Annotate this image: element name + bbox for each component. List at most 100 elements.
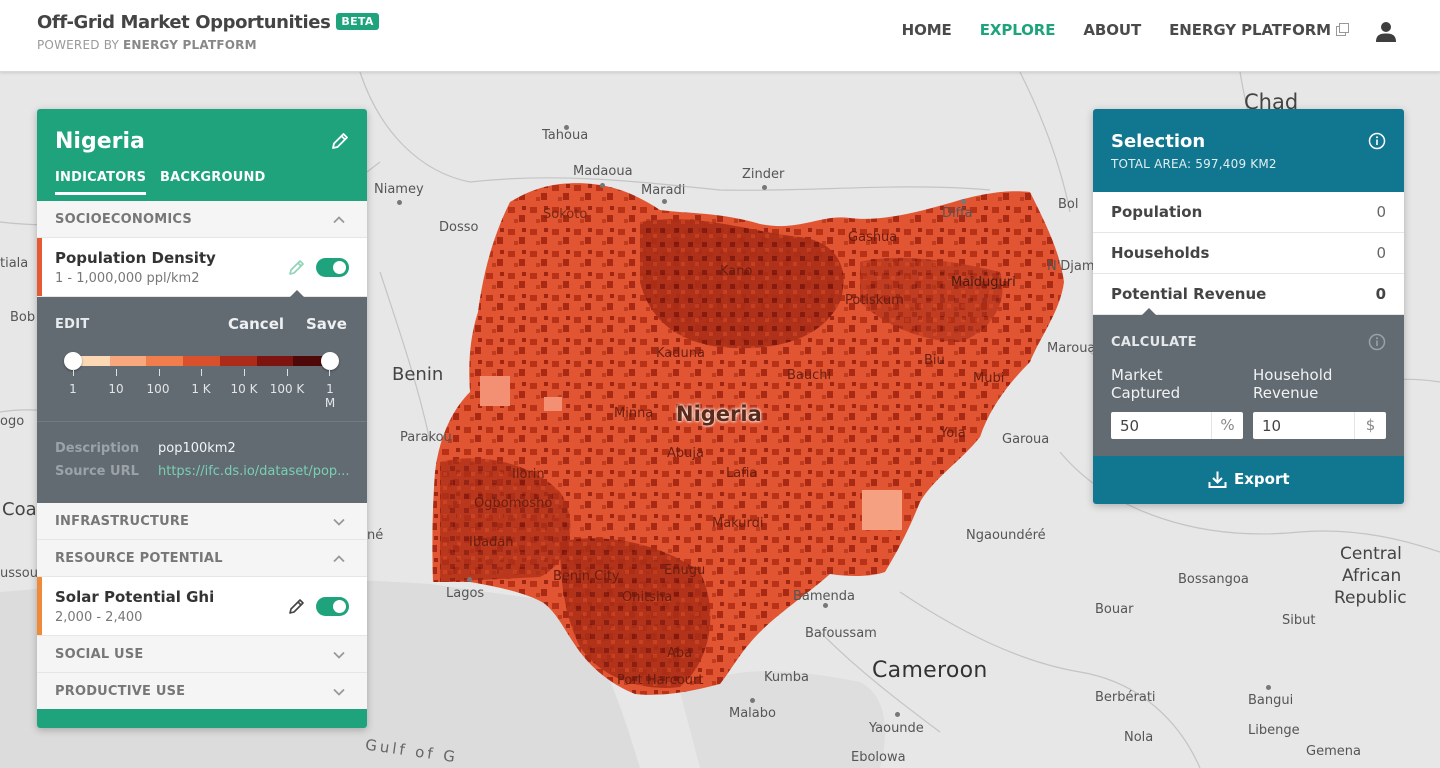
- chevron-down-icon[interactable]: [333, 686, 345, 698]
- market-captured-input[interactable]: 50 %: [1111, 412, 1243, 439]
- map-label-gashua: Gashua: [848, 230, 898, 245]
- map-label-ndjam: N'Djam: [1047, 259, 1095, 274]
- range-tick: [329, 369, 330, 376]
- chevron-down-icon[interactable]: [333, 516, 345, 528]
- cancel-button[interactable]: Cancel: [228, 315, 284, 333]
- map-label-libenge: Libenge: [1248, 723, 1300, 738]
- map-label-yaounde: Yaounde: [869, 721, 924, 736]
- stat-value: 0: [1376, 244, 1386, 262]
- nav-explore[interactable]: EXPLORE: [980, 21, 1056, 39]
- map-label-ogbomosho: Ogbomosho: [474, 496, 553, 511]
- section-resource-potential[interactable]: RESOURCE POTENTIAL: [37, 540, 367, 577]
- section-productive-use[interactable]: PRODUCTIVE USE: [37, 673, 367, 710]
- powered-by: POWERED BY ENERGY PLATFORM: [37, 38, 257, 52]
- map-label-cameroon: Cameroon: [872, 658, 988, 683]
- map-label-lagos: Lagos: [446, 586, 485, 601]
- layer-solar-potential[interactable]: Solar Potential Ghi 2,000 - 2,400: [37, 577, 367, 636]
- info-icon[interactable]: [1368, 132, 1386, 150]
- user-icon[interactable]: [1376, 21, 1396, 43]
- section-infrastructure[interactable]: INFRASTRUCTURE: [37, 503, 367, 540]
- map-label-ebolowa: Ebolowa: [851, 750, 906, 765]
- map-label-malabo: Malabo: [729, 706, 776, 721]
- map-label-tiala: tiala: [0, 256, 29, 271]
- pencil-icon[interactable]: [288, 597, 306, 615]
- household-revenue-label: Household Revenue: [1253, 366, 1332, 402]
- map-dot: [823, 603, 828, 608]
- stat-label: Households: [1111, 244, 1210, 262]
- market-label-line2: Captured: [1111, 384, 1181, 402]
- range-tick: [201, 369, 202, 376]
- stat-label: Potential Revenue: [1111, 285, 1267, 303]
- section-label: RESOURCE POTENTIAL: [55, 551, 223, 566]
- layer-toggle[interactable]: [316, 597, 349, 616]
- map-label-yola: Yola: [940, 426, 966, 441]
- map-dot: [750, 698, 755, 703]
- divider: [37, 421, 367, 422]
- layer-edit-panel: EDIT Cancel Save 1 10 100 1 K 10 K 100 K: [37, 290, 367, 503]
- range-ticks: [73, 369, 330, 377]
- stat-population: Population 0: [1093, 192, 1404, 233]
- calculate-panel: CALCULATE Market Captured Household Reve…: [1093, 308, 1404, 458]
- range-max-handle[interactable]: [321, 352, 339, 370]
- section-socioeconomics[interactable]: SOCIOECONOMICS: [37, 201, 367, 238]
- main-nav: HOME EXPLORE ABOUT ENERGY PLATFORM: [902, 21, 1349, 39]
- selection-title: Selection: [1111, 131, 1206, 152]
- chevron-up-icon[interactable]: [333, 553, 345, 565]
- app-title[interactable]: Off-Grid Market Opportunities BETA: [37, 12, 379, 33]
- revenue-label-line2: Revenue: [1253, 384, 1319, 402]
- map-label-benin-city: Benin City: [553, 569, 620, 584]
- nav-home[interactable]: HOME: [902, 21, 952, 39]
- export-button[interactable]: Export: [1093, 456, 1404, 504]
- market-captured-value[interactable]: 50: [1120, 417, 1139, 435]
- tab-indicators[interactable]: INDICATORS: [55, 170, 147, 195]
- map-label-madaoua: Madaoua: [573, 164, 633, 179]
- household-revenue-value[interactable]: 10: [1262, 417, 1281, 435]
- stat-potential-revenue: Potential Revenue 0: [1093, 274, 1404, 315]
- map-label-maiduguri: Maiduguri: [951, 275, 1016, 290]
- range-tick: [244, 369, 245, 376]
- source-url-link[interactable]: https://ifc.ds.io/dataset/pop...: [158, 464, 351, 479]
- section-social-use[interactable]: SOCIAL USE: [37, 636, 367, 673]
- layer-population-density[interactable]: Population Density 1 - 1,000,000 ppl/km2: [37, 238, 367, 297]
- ramp-step: [183, 356, 220, 366]
- nav-energy-platform[interactable]: ENERGY PLATFORM: [1169, 21, 1349, 39]
- map-dot: [961, 199, 966, 204]
- map-label-port-harcourt: Port Harcourt: [617, 673, 704, 688]
- tab-background[interactable]: BACKGROUND: [160, 170, 266, 192]
- indicators-panel: Nigeria INDICATORS BACKGROUND SOCIOECONO…: [37, 109, 367, 728]
- stat-label: Population: [1111, 203, 1203, 221]
- map-label-gemena: Gemena: [1306, 744, 1361, 759]
- color-ramp: [73, 356, 331, 366]
- panel-header: Nigeria INDICATORS BACKGROUND: [37, 109, 367, 201]
- map-dot: [564, 125, 569, 130]
- map-label-maradi: Maradi: [641, 183, 686, 198]
- info-icon[interactable]: [1368, 333, 1386, 351]
- save-button[interactable]: Save: [306, 315, 347, 333]
- pencil-icon[interactable]: [330, 131, 350, 151]
- range-tick-label: 100 K: [269, 382, 305, 396]
- map-label-ogo: ogo: [0, 414, 25, 429]
- panel-footer: [37, 709, 367, 728]
- map-label-diffa: Diffa: [942, 206, 973, 221]
- map-label-kano: Kano: [720, 264, 753, 279]
- household-revenue-input[interactable]: 10 $: [1253, 412, 1386, 439]
- chevron-down-icon[interactable]: [333, 649, 345, 661]
- nav-about[interactable]: ABOUT: [1083, 21, 1141, 39]
- pencil-icon[interactable]: [288, 258, 306, 276]
- layer-range: 2,000 - 2,400: [55, 610, 143, 625]
- map-label-potiskum: Potiskum: [845, 293, 904, 308]
- ramp-step: [109, 356, 147, 366]
- layer-toggle[interactable]: [316, 258, 349, 277]
- range-tick-label: 100: [146, 382, 170, 396]
- revenue-label-line1: Household: [1253, 366, 1333, 384]
- range-min-handle[interactable]: [64, 352, 82, 370]
- map-dot: [467, 577, 472, 582]
- map-dot: [397, 200, 402, 205]
- layer-color-bar: [37, 238, 42, 296]
- chevron-up-icon[interactable]: [333, 214, 345, 226]
- app-title-text[interactable]: Off-Grid Market Opportunities: [37, 12, 331, 33]
- map-label-niamey: Niamey: [374, 182, 424, 197]
- stat-value: 0: [1376, 203, 1386, 221]
- section-label: INFRASTRUCTURE: [55, 514, 190, 529]
- map-label-kaduna: Kaduna: [656, 346, 705, 361]
